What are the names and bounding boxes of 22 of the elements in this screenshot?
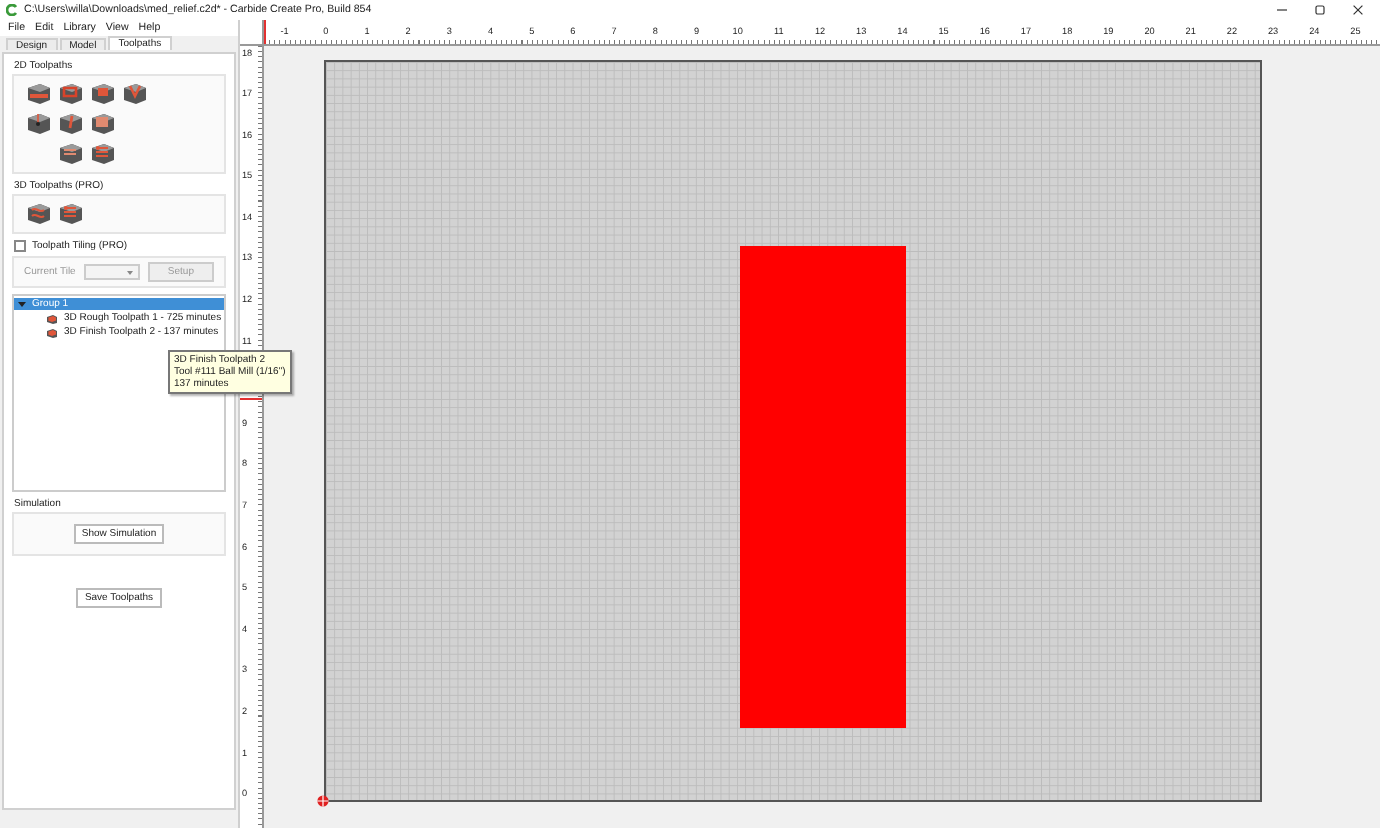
close-icon[interactable]	[1352, 4, 1364, 16]
minimize-icon[interactable]	[1276, 4, 1288, 16]
cursor-marker	[264, 20, 266, 44]
toolpath-icon[interactable]	[90, 142, 116, 166]
toolpath-icon[interactable]	[90, 82, 116, 106]
toolpath-icon[interactable]	[58, 112, 84, 136]
maximize-icon[interactable]	[1314, 4, 1326, 16]
tile-dropdown[interactable]	[83, 264, 140, 280]
toolpath-icon[interactable]	[58, 202, 84, 226]
toolpath-icon[interactable]	[58, 82, 84, 106]
app-icon	[6, 4, 18, 16]
origin-icon	[316, 794, 330, 808]
caret-icon	[125, 269, 134, 275]
toolpath-icon	[46, 313, 58, 323]
toolpath-icon	[46, 327, 58, 337]
toolpath-icon[interactable]	[26, 112, 52, 136]
toolpath-icon[interactable]	[90, 112, 116, 136]
toolpath-icon[interactable]	[26, 82, 52, 106]
toolpath-icon[interactable]	[122, 82, 148, 106]
cursor-marker	[240, 398, 262, 400]
toolpath-icon[interactable]	[26, 202, 52, 226]
toolpath-icon[interactable]	[58, 142, 84, 166]
